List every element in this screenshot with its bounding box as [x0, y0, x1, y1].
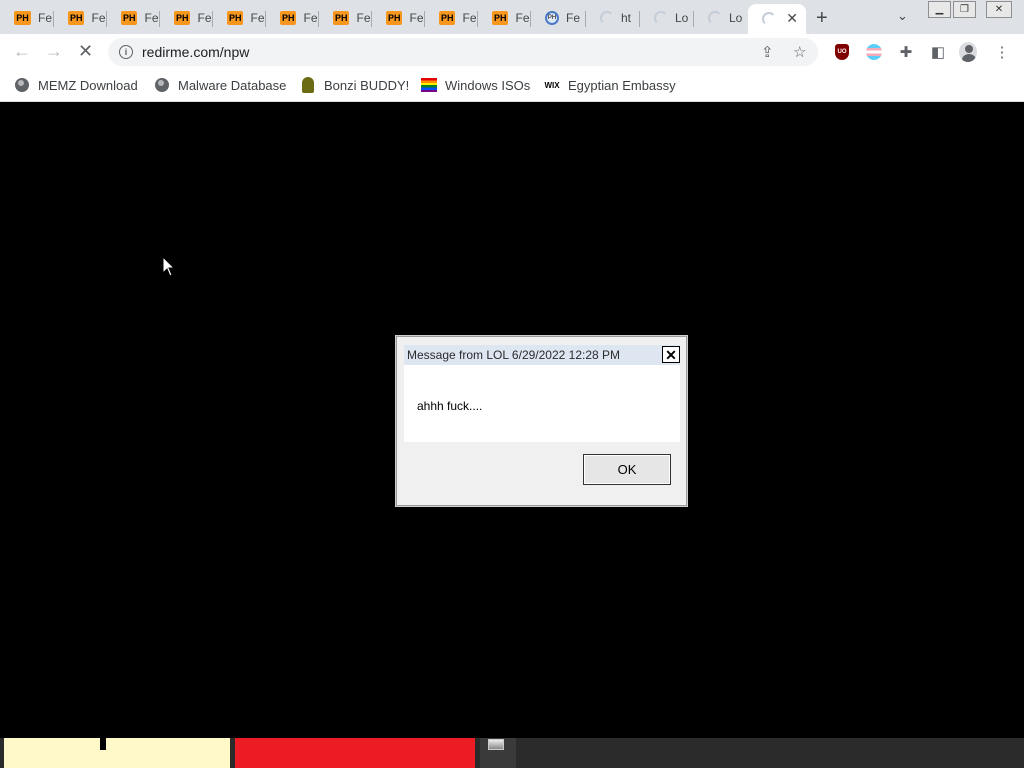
- stop-loading-icon[interactable]: ✕: [78, 41, 93, 62]
- tab-search-chevron-icon[interactable]: ⌄: [897, 8, 908, 24]
- bookmark-label: Egyptian Embassy: [568, 77, 676, 93]
- dialog-body: ahhh fuck....: [404, 365, 680, 442]
- tab-title: Fe: [515, 11, 530, 25]
- new-tab-button[interactable]: +: [816, 7, 828, 30]
- trans-flag-badge: [866, 44, 882, 60]
- browser-tab[interactable]: PH Fe: [478, 4, 531, 32]
- ph-favicon-icon: PH: [121, 11, 138, 25]
- menu-kebab-icon[interactable]: ⋮: [993, 43, 1011, 61]
- site-info-icon[interactable]: i: [119, 45, 133, 59]
- ph-globe-favicon-icon: PH: [545, 11, 559, 25]
- back-arrow-icon[interactable]: ←: [13, 41, 31, 62]
- tab-title: ht: [621, 11, 632, 25]
- wix-icon: WIX: [544, 80, 560, 90]
- close-window-icon[interactable]: ✕: [986, 1, 1012, 18]
- browser-tab[interactable]: PH Fe: [0, 4, 54, 32]
- bookmark-label: Windows ISOs: [445, 77, 531, 93]
- tab-close-icon[interactable]: ✕: [786, 10, 798, 27]
- mouse-cursor-icon: [162, 256, 176, 277]
- bookmarks-bar: MEMZ Download Malware Database Bonzi BUD…: [0, 70, 1024, 102]
- tab-title: Fe: [144, 11, 159, 25]
- yellow-window-fragment: [4, 738, 230, 768]
- ph-favicon-icon: PH: [227, 11, 244, 25]
- ph-favicon-icon: PH: [386, 11, 403, 25]
- tab-title: Fe: [303, 11, 318, 25]
- bookmark-windows-isos[interactable]: Windows ISOs: [421, 77, 530, 93]
- bottom-window-strip: [0, 738, 1024, 768]
- bookmark-memz-download[interactable]: MEMZ Download: [14, 77, 138, 93]
- browser-tab[interactable]: PH Fe: [160, 4, 213, 32]
- tab-title: Fe: [566, 11, 581, 25]
- ph-favicon-icon: PH: [68, 11, 85, 25]
- globe-icon: [154, 77, 170, 93]
- restore-icon[interactable]: ❐: [953, 1, 976, 18]
- dialog-close-icon[interactable]: ✕: [662, 346, 680, 363]
- ph-favicon-icon: PH: [439, 11, 456, 25]
- tab-title: Lo: [729, 11, 743, 25]
- ph-favicon-icon: PH: [492, 11, 509, 25]
- trans-flag-extension-icon[interactable]: [865, 43, 883, 61]
- tab-title: Fe: [409, 11, 424, 25]
- tab-title: Lo: [675, 11, 689, 25]
- browser-tab[interactable]: PH Fe: [425, 4, 478, 32]
- bookmark-egyptian-embassy[interactable]: WIX Egyptian Embassy: [544, 77, 676, 93]
- ublock-badge: UO: [835, 44, 849, 60]
- side-panel-icon[interactable]: ◧: [929, 43, 947, 61]
- bookmark-label: Malware Database: [178, 77, 287, 93]
- loading-spinner-icon: [762, 12, 776, 26]
- profile-avatar-icon[interactable]: [959, 42, 977, 62]
- bookmark-bonzi-buddy[interactable]: Bonzi BUDDY!: [300, 77, 409, 93]
- rainbow-flag-icon: [421, 77, 437, 93]
- tab-strip: PH Fe PH Fe PH Fe PH Fe PH Fe PH Fe PH Fe PH Fe …: [0, 0, 1024, 34]
- address-bar[interactable]: i redirme.com/npw ⇪ ☆: [108, 38, 818, 66]
- loading-spinner-icon: [654, 11, 668, 25]
- tab-title: Fe: [91, 11, 106, 25]
- browser-toolbar: ← → ✕ i redirme.com/npw ⇪ ☆ UO ✚ ◧ ⋮: [0, 34, 1024, 70]
- dialog-title: Message from LOL 6/29/2022 12:28 PM: [407, 348, 621, 362]
- forward-arrow-icon[interactable]: →: [45, 41, 63, 62]
- browser-tab[interactable]: PH Fe: [319, 4, 372, 32]
- tab-title: Fe: [356, 11, 371, 25]
- share-icon[interactable]: ⇪: [761, 43, 774, 61]
- browser-tab[interactable]: PH Fe: [531, 4, 586, 32]
- dialog-message: ahhh fuck....: [417, 399, 483, 413]
- loading-spinner-icon: [708, 11, 722, 25]
- browser-tab[interactable]: PH Fe: [54, 4, 107, 32]
- browser-tab-active[interactable]: ✕: [748, 4, 806, 34]
- bookmark-label: MEMZ Download: [38, 77, 138, 93]
- black-mark: [100, 738, 106, 750]
- browser-tab[interactable]: PH Fe: [372, 4, 425, 32]
- tab-title: Fe: [462, 11, 477, 25]
- ublock-origin-icon[interactable]: UO: [833, 43, 851, 61]
- url-text[interactable]: redirme.com/npw: [142, 44, 249, 60]
- bookmark-star-icon[interactable]: ☆: [793, 43, 806, 61]
- minimize-icon[interactable]: ▁: [928, 1, 951, 18]
- browser-tab[interactable]: PH Fe: [107, 4, 160, 32]
- alert-dialog: Message from LOL 6/29/2022 12:28 PM ✕ ah…: [396, 336, 687, 506]
- avatar: [959, 42, 977, 62]
- extensions-puzzle-icon[interactable]: ✚: [897, 43, 915, 61]
- dialog-title-bar: Message from LOL 6/29/2022 12:28 PM ✕: [404, 345, 680, 365]
- ph-favicon-icon: PH: [280, 11, 297, 25]
- ph-favicon-icon: PH: [333, 11, 350, 25]
- browser-tab[interactable]: ht: [586, 4, 640, 32]
- browser-tab[interactable]: PH Fe: [266, 4, 319, 32]
- red-window-fragment: [235, 738, 475, 768]
- tab-title: Fe: [38, 11, 53, 25]
- globe-icon: [14, 77, 30, 93]
- browser-tab[interactable]: Lo: [694, 4, 748, 32]
- loading-spinner-icon: [600, 11, 614, 25]
- bonzi-icon: [300, 77, 316, 93]
- ph-favicon-icon: PH: [14, 11, 31, 25]
- bookmark-label: Bonzi BUDDY!: [324, 77, 410, 93]
- ok-button[interactable]: OK: [583, 454, 671, 485]
- tab-title: Fe: [250, 11, 265, 25]
- window-thumbnail-icon: [488, 739, 504, 750]
- tab-title: Fe: [197, 11, 212, 25]
- bookmark-malware-database[interactable]: Malware Database: [154, 77, 286, 93]
- browser-tab[interactable]: PH Fe: [213, 4, 266, 32]
- browser-tab[interactable]: Lo: [640, 4, 694, 32]
- ph-favicon-icon: PH: [174, 11, 191, 25]
